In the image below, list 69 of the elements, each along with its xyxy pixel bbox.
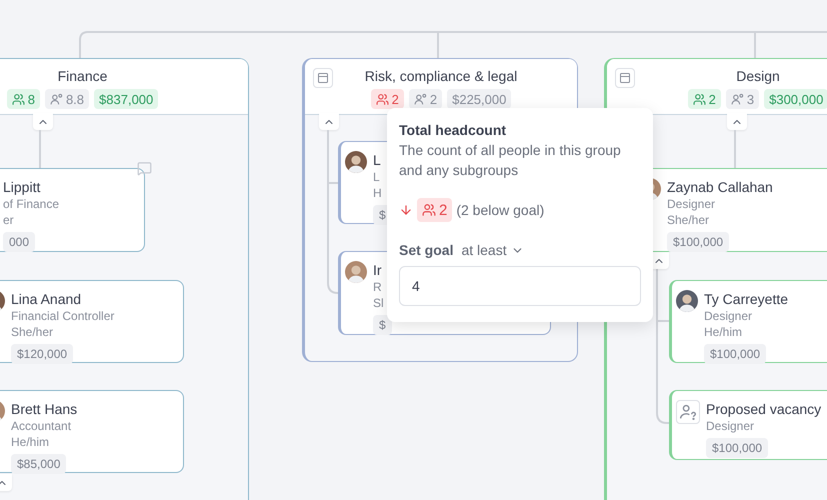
headcount-badge: 2	[417, 198, 452, 222]
pronouns: H	[373, 185, 383, 201]
collapse-button[interactable]	[319, 113, 339, 130]
person-card[interactable]: Proposed vacancy Designer $100,000	[669, 390, 827, 460]
people-icon	[12, 92, 25, 106]
salary-tag: $100,000	[704, 344, 766, 364]
popover-description: The count of all people in this group and any subgroups	[399, 141, 622, 180]
people-icon	[376, 92, 389, 106]
job-title: Designer	[706, 418, 756, 434]
budget-badge[interactable]: $837,000	[94, 89, 158, 109]
person-card[interactable]: Lina Anand Financial Controller She/her $120,000	[0, 280, 184, 363]
avatar	[345, 261, 367, 283]
pronouns: She/her	[11, 324, 54, 340]
connector-line	[734, 130, 736, 168]
person-name: Proposed vacancy	[706, 400, 822, 418]
pronouns: He/him	[11, 434, 50, 450]
pronouns: He/him	[704, 324, 744, 340]
salary-tag: $85,000	[11, 454, 66, 474]
group-title: Design	[736, 68, 780, 84]
avatar	[676, 290, 698, 312]
job-title: Designer	[704, 308, 754, 324]
salary-tag: 000	[3, 232, 36, 252]
job-title: Designer	[667, 196, 716, 212]
collapse-button[interactable]	[727, 113, 747, 130]
person-name: Ir	[373, 261, 383, 279]
budget-badge[interactable]: $300,000	[764, 89, 827, 109]
goal-label: Set goal	[399, 242, 454, 258]
person-card[interactable]: Lippitt of Finance er 000	[0, 168, 145, 252]
ratio-badge[interactable]: 2	[408, 89, 442, 109]
panel-icon[interactable]	[313, 68, 333, 88]
headcount-badge[interactable]: 2	[688, 89, 721, 109]
person-name: Ty Carreyette	[704, 290, 788, 308]
job-title: Financial Controller	[11, 308, 114, 324]
group-title: Risk, compliance & legal	[364, 68, 518, 84]
connector-line	[39, 130, 41, 168]
budget-badge[interactable]: $225,000	[447, 89, 512, 109]
person-name: Brett Hans	[11, 400, 78, 418]
pronouns: She/her	[667, 212, 710, 228]
avatar	[345, 151, 367, 173]
pronouns: er	[3, 212, 15, 228]
salary-tag: $100,000	[667, 232, 730, 252]
job-title: L	[373, 169, 381, 185]
job-title: R	[373, 279, 383, 295]
person-name: Lina Anand	[11, 290, 82, 308]
collapse-button[interactable]	[33, 113, 53, 130]
person-name: L	[373, 151, 382, 169]
job-title: Accountant	[11, 418, 72, 434]
panel-icon[interactable]	[615, 68, 635, 88]
ratio-badge[interactable]: 3	[726, 89, 760, 109]
headcount-badge[interactable]: 8	[6, 89, 40, 109]
person-card[interactable]: Ty Carreyette Designer He/him $100,000	[669, 280, 827, 363]
group-title: Finance	[58, 68, 108, 84]
vacancy-icon	[676, 400, 700, 424]
person-name: Lippitt	[3, 178, 42, 196]
salary-tag: $100,000	[706, 438, 768, 458]
goal-input[interactable]: 4	[399, 266, 641, 306]
goal-mode-dropdown[interactable]: at least	[461, 242, 524, 258]
goal-note: (2 below goal)	[456, 202, 544, 218]
headcount-badge[interactable]: 2	[370, 89, 404, 109]
people-icon	[422, 203, 436, 217]
ratio-badge[interactable]: 8.8	[44, 89, 90, 109]
person-name: Zaynab Callahan	[667, 178, 773, 196]
job-title: of Finance	[3, 196, 60, 212]
pronouns: Sl	[373, 295, 385, 311]
salary-tag: $	[373, 315, 392, 335]
person-card[interactable]: Brett Hans Accountant He/him $85,000	[0, 390, 184, 473]
popover-title: Total headcount	[399, 122, 508, 138]
people-icon	[692, 92, 706, 106]
salary-tag: $120,000	[11, 344, 74, 364]
